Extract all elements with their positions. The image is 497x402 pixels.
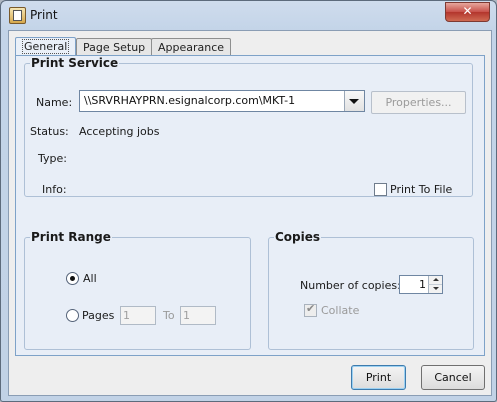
all-radio[interactable] xyxy=(66,272,79,285)
all-label[interactable]: All xyxy=(83,272,97,285)
pages-label[interactable]: Pages xyxy=(82,309,114,322)
dialog-content: General Page Setup Appearance Print Serv… xyxy=(8,30,492,396)
properties-button[interactable]: Properties... xyxy=(371,91,466,114)
tab-page-setup[interactable]: Page Setup xyxy=(76,38,153,56)
type-label: Type: xyxy=(38,152,67,165)
spinner-up-icon[interactable] xyxy=(428,276,442,285)
spinner-down-icon[interactable] xyxy=(428,285,442,293)
tab-general[interactable]: General xyxy=(15,37,77,57)
print-dialog: Print ✕ General Page Setup Appearance Pr… xyxy=(0,0,497,402)
close-icon: ✕ xyxy=(462,4,473,18)
copies-spinner[interactable]: 1 xyxy=(399,275,443,294)
general-tab-panel: Print Service Name: \\SRVRHAYPRN.esignal… xyxy=(15,55,485,356)
copies-group xyxy=(268,237,474,350)
window-title: Print xyxy=(30,8,58,22)
pages-from-field[interactable]: 1 xyxy=(120,306,156,325)
info-label: Info: xyxy=(42,183,67,196)
print-range-group xyxy=(24,237,251,350)
print-to-file-checkbox[interactable] xyxy=(374,183,387,196)
name-label: Name: xyxy=(36,96,73,109)
collate-label[interactable]: Collate xyxy=(321,304,359,317)
print-to-file-label[interactable]: Print To File xyxy=(390,183,452,196)
copies-title: Copies xyxy=(274,230,322,244)
printer-name-value: \\SRVRHAYPRN.esignalcorp.com\MKT-1 xyxy=(84,94,296,107)
checkmark-icon: ✔ xyxy=(306,302,316,315)
pages-radio[interactable] xyxy=(66,309,79,322)
radio-selected-dot xyxy=(70,276,75,281)
status-value: Accepting jobs xyxy=(79,125,160,138)
chevron-down-icon[interactable] xyxy=(344,91,364,111)
to-label: To xyxy=(163,309,175,322)
print-range-title: Print Range xyxy=(30,230,112,244)
cancel-button[interactable]: Cancel xyxy=(421,365,485,390)
tab-general-label: General xyxy=(22,39,70,54)
collate-checkbox[interactable]: ✔ xyxy=(304,302,317,317)
title-bar[interactable]: Print ✕ xyxy=(1,1,496,31)
tab-appearance-label: Appearance xyxy=(158,41,225,54)
status-label: Status: xyxy=(30,125,69,138)
copies-value: 1 xyxy=(419,278,426,291)
print-button[interactable]: Print xyxy=(351,365,406,390)
pages-to-field[interactable]: 1 xyxy=(180,306,216,325)
close-button[interactable]: ✕ xyxy=(445,2,490,22)
tab-page-setup-label: Page Setup xyxy=(83,41,146,54)
tab-appearance[interactable]: Appearance xyxy=(151,38,232,56)
number-of-copies-label: Number of copies: xyxy=(300,279,401,292)
print-service-title: Print Service xyxy=(30,56,120,70)
printer-name-combo[interactable]: \\SRVRHAYPRN.esignalcorp.com\MKT-1 xyxy=(79,90,365,112)
java-app-icon xyxy=(9,7,26,24)
